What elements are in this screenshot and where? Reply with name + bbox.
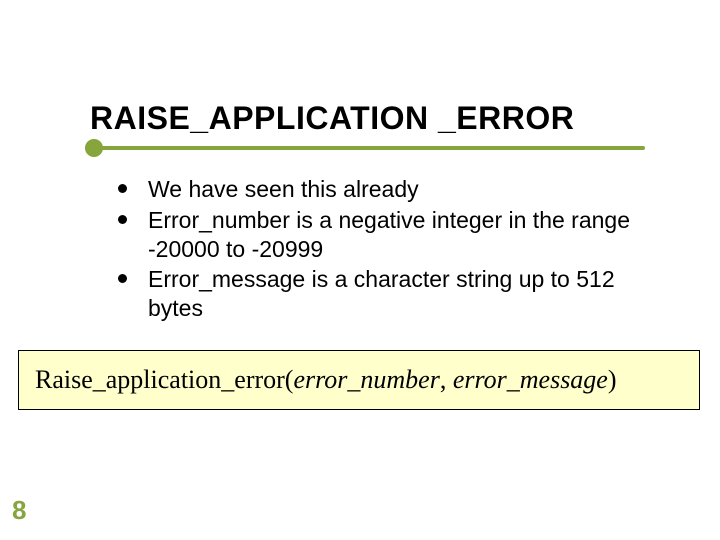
page-number: 8 xyxy=(12,495,26,526)
code-fn-name: Raise_application_error( xyxy=(35,365,293,394)
bullet-list: We have seen this already Error_number i… xyxy=(118,175,658,325)
bullet-item: Error_number is a negative integer in th… xyxy=(118,206,658,264)
slide: RAISE_APPLICATION _ERROR We have seen th… xyxy=(0,0,720,540)
bullet-item: We have seen this already xyxy=(118,175,658,204)
code-arg: error_message xyxy=(453,365,608,394)
code-comma: , xyxy=(440,365,453,394)
title-underline xyxy=(85,146,645,150)
code-close: ) xyxy=(608,365,617,394)
bullet-item: Error_message is a character string up t… xyxy=(118,265,658,323)
code-callout: Raise_application_error(error_number, er… xyxy=(18,350,700,410)
code-arg: error_number xyxy=(293,365,439,394)
slide-title: RAISE_APPLICATION _ERROR xyxy=(90,100,574,137)
